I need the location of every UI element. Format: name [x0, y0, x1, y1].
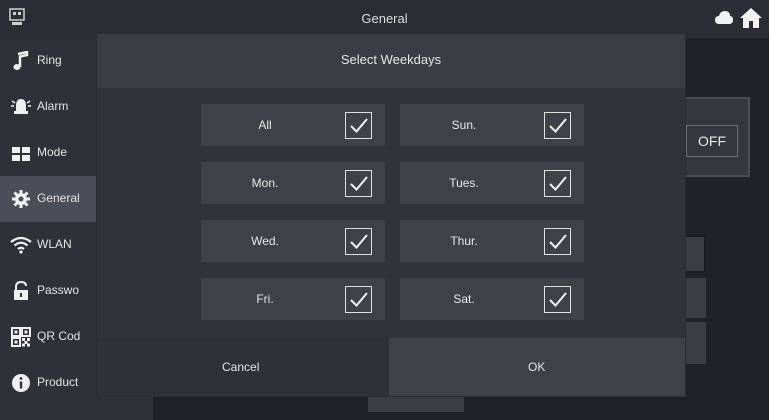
checkbox-checked-icon[interactable] [544, 170, 571, 197]
dialog-footer: Cancel OK [97, 338, 685, 396]
checkbox-checked-icon[interactable] [544, 228, 571, 255]
checkbox-checked-icon[interactable] [544, 112, 571, 139]
weekday-option-all[interactable]: All [201, 104, 385, 146]
weekday-label: Wed. [251, 234, 279, 248]
sidebar-item-label: QR Cod [37, 329, 81, 343]
music-note-icon [10, 50, 32, 71]
dialog-header: Select Weekdays [97, 34, 685, 88]
checkbox-checked-icon[interactable] [345, 228, 372, 255]
settings-field [368, 396, 464, 412]
weekday-label: Mon. [251, 176, 279, 190]
top-bar: General [0, 0, 769, 38]
off-toggle[interactable]: OFF [686, 125, 738, 157]
weekday-option-thur[interactable]: Thur. [400, 220, 584, 262]
checkbox-checked-icon[interactable] [345, 170, 372, 197]
checkbox-checked-icon[interactable] [345, 112, 372, 139]
weekday-option-tues[interactable]: Tues. [400, 162, 584, 204]
qr-code-icon [10, 327, 32, 347]
cancel-button[interactable]: Cancel [97, 338, 389, 396]
weekday-option-mon[interactable]: Mon. [201, 162, 385, 204]
mode-icon [10, 143, 32, 163]
select-weekdays-dialog: Select Weekdays All Sun. Mon. Tues. Wed.… [97, 34, 685, 396]
page-title: General [361, 11, 408, 26]
weekday-label: Fri. [256, 292, 274, 306]
home-icon[interactable] [739, 7, 763, 29]
sidebar-item-label: Alarm [37, 99, 69, 113]
weekday-label: Tues. [449, 176, 479, 190]
cloud-icon[interactable] [714, 9, 734, 27]
wifi-icon [10, 235, 32, 255]
weekday-label: Sun. [451, 118, 477, 132]
weekday-label: Sat. [453, 292, 475, 306]
sidebar-item-label: Mode [37, 145, 68, 159]
weekday-label: All [258, 118, 272, 132]
weekday-option-sun[interactable]: Sun. [400, 104, 584, 146]
sidebar-item-label: WLAN [37, 237, 72, 251]
cancel-button-label: Cancel [222, 360, 260, 374]
ok-button[interactable]: OK [389, 338, 685, 396]
lock-icon [10, 280, 32, 301]
dialog-title: Select Weekdays [340, 52, 442, 67]
sidebar-item-label: Passwo [37, 283, 80, 297]
checkbox-checked-icon[interactable] [345, 286, 372, 313]
sidebar-item-label: General [37, 191, 80, 205]
ok-button-label: OK [528, 360, 546, 374]
weekday-option-wed[interactable]: Wed. [201, 220, 385, 262]
weekday-option-fri[interactable]: Fri. [201, 278, 385, 320]
weekday-grid: All Sun. Mon. Tues. Wed. Thur. Fri. Sat. [97, 88, 685, 338]
checkbox-checked-icon[interactable] [544, 286, 571, 313]
sidebar-item-label: Product [37, 375, 79, 389]
sidebar-item-label: Ring [37, 53, 62, 67]
info-icon [10, 373, 32, 393]
weekday-label: Thur. [450, 234, 478, 248]
gear-icon [10, 189, 32, 209]
alarm-icon [10, 97, 32, 117]
weekday-option-sat[interactable]: Sat. [400, 278, 584, 320]
